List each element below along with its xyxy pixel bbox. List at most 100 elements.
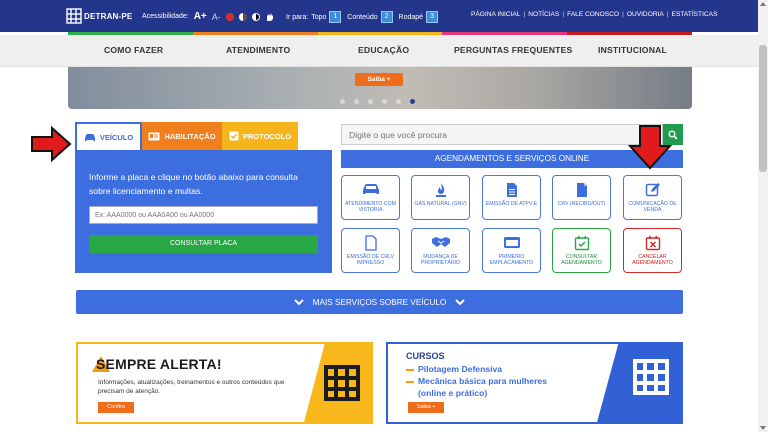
carousel-dot[interactable] <box>382 99 387 104</box>
banner-saiba-button[interactable]: Saiba + <box>355 73 403 86</box>
cursos-card[interactable]: CURSOS Pilotagem Defensiva Mecânica bási… <box>386 342 683 424</box>
course-label: (online e prático) <box>418 388 488 398</box>
license-plate-icon <box>503 237 520 248</box>
service-mudanca-proprietario[interactable]: MUDANÇA DE PROPRIETÁRIO <box>411 228 470 273</box>
service-atpv-e[interactable]: EMISSÃO DE ATPV-E <box>482 175 541 220</box>
service-primeiro-emplacamento[interactable]: PRIMEIRO EMPLACAMENTO <box>482 228 541 273</box>
accessibility-label: Acessibilidade: <box>142 13 189 20</box>
detran-logo[interactable]: DETRAN-PE <box>66 8 132 24</box>
vehicle-panel: Informe a placa e clique no botão abaixo… <box>75 150 332 273</box>
goto-label: Ir para: <box>286 13 309 21</box>
contrast-red-icon[interactable] <box>225 12 234 21</box>
logo-text: DETRAN-PE <box>84 11 133 21</box>
calendar-cancel-icon <box>645 236 660 251</box>
goto-top-key[interactable]: 1 <box>329 11 342 23</box>
scrollbar[interactable] <box>758 0 768 432</box>
nav-educacao[interactable]: EDUCAÇÃO <box>358 45 409 55</box>
service-cancelar-agendamento[interactable]: CANCELAR AGENDAMENTO <box>623 228 682 273</box>
service-crv[interactable]: CRV (RECIBO/DUT) <box>552 175 611 220</box>
goto-content-link[interactable]: Conteúdo <box>347 14 377 21</box>
nav-como-fazer[interactable]: COMO FAZER <box>104 45 163 55</box>
tab-veiculo[interactable]: VEÍCULO <box>75 122 142 150</box>
hero-banner[interactable]: Saiba + <box>68 67 692 109</box>
tab-protocolo-label: PROTOCOLO <box>242 131 292 141</box>
service-crlv-impresso[interactable]: EMISSÃO DE CRLV IMPRESSO <box>341 228 400 273</box>
service-label: CANCELAR AGENDAMENTO <box>632 254 673 266</box>
document-outline-icon <box>364 235 377 251</box>
more-services-button[interactable]: MAIS SERVIÇOS SOBRE VEÍCULO <box>76 290 683 314</box>
service-label: CONSULTAR AGENDAMENTO <box>561 254 602 266</box>
link-ombudsman[interactable]: OUVIDORIA <box>624 11 667 18</box>
accessibility-bar: Acessibilidade: A+ A- <box>142 11 275 22</box>
bullet-bar <box>406 381 414 383</box>
service-gnv[interactable]: GÁS NATURAL (GNV) <box>411 175 470 220</box>
detran-logo-icon <box>66 8 82 24</box>
calendar-check-icon <box>574 236 589 251</box>
goto-content-key[interactable]: 2 <box>380 11 393 23</box>
sign-language-icon[interactable] <box>265 12 275 22</box>
nav-institucional[interactable]: INSTITUCIONAL <box>598 45 667 55</box>
link-statistics[interactable]: ESTATÍSTICAS <box>669 11 721 18</box>
more-services-label: MAIS SERVIÇOS SOBRE VEÍCULO <box>312 297 447 307</box>
service-label: CRV (RECIBO/DUT) <box>557 201 606 207</box>
alert-text: Informações, atualizações, treinamentos … <box>98 379 285 395</box>
service-label: PRIMEIRO EMPLACAMENTO <box>489 254 534 266</box>
goto-top-link[interactable]: Topo <box>311 14 326 21</box>
scroll-up-arrow[interactable] <box>760 2 766 6</box>
font-decrease-button[interactable]: A- <box>212 12 221 22</box>
scroll-down-arrow[interactable] <box>760 426 766 430</box>
handshake-icon <box>431 237 450 247</box>
nav-atendimento[interactable]: ATENDIMENTO <box>226 45 290 55</box>
link-home[interactable]: PÁGINA INICIAL <box>468 11 523 18</box>
font-increase-button[interactable]: A+ <box>194 11 207 22</box>
vehicle-instruction: Informe a placa e clique no botão abaixo… <box>89 172 298 196</box>
course-item[interactable]: Mecânica básica para mulheres <box>406 376 547 386</box>
carousel-dots <box>340 99 415 104</box>
confira-button[interactable]: Confira <box>98 402 134 413</box>
service-consultar-agendamento[interactable]: CONSULTAR AGENDAMENTO <box>552 228 611 273</box>
file-icon <box>576 183 587 197</box>
tab-habilitacao-label: HABILITAÇÃO <box>164 131 216 141</box>
sempre-alerta-card[interactable]: SEMPRE ALERTA! Informações, atualizações… <box>76 342 373 424</box>
search-input[interactable] <box>341 124 663 145</box>
car-icon <box>362 184 379 194</box>
chevron-down-icon <box>293 298 304 305</box>
edit-icon <box>645 183 660 197</box>
tab-protocolo[interactable]: PROTOCOLO <box>222 122 298 150</box>
nav-perguntas-frequentes[interactable]: PERGUNTAS FREQUENTES <box>454 45 572 55</box>
chevron-down-icon <box>455 298 466 305</box>
service-atendimento-vistoria[interactable]: ATENDIMENTO COM VISTORIA <box>341 175 400 220</box>
carousel-dot[interactable] <box>340 99 345 104</box>
carousel-dot-active[interactable] <box>410 99 415 104</box>
check-square-icon <box>229 131 239 141</box>
flame-icon <box>435 183 446 197</box>
link-news[interactable]: NOTÍCIAS <box>525 11 562 18</box>
alert-title: SEMPRE ALERTA! <box>96 356 222 372</box>
carousel-dot[interactable] <box>368 99 373 104</box>
service-label: GÁS NATURAL (GNV) <box>414 201 467 207</box>
plate-input[interactable] <box>89 206 318 224</box>
detran-logo-icon <box>633 359 669 395</box>
goto-footer-link[interactable]: Rodapé <box>399 14 424 21</box>
top-links: PÁGINA INICIAL | NOTÍCIAS | FALE CONOSCO | … <box>468 11 720 18</box>
contrast-gray-icon[interactable] <box>238 12 247 21</box>
course-label: Mecânica básica para mulheres <box>418 376 547 386</box>
consult-plate-button[interactable]: CONSULTAR PLACA <box>89 235 318 253</box>
course-item[interactable]: Pilotagem Defensiva <box>406 364 502 374</box>
goto-footer-key[interactable]: 3 <box>426 11 438 23</box>
service-label: COMUNICAÇÃO DE VENDA <box>628 201 677 213</box>
high-contrast-icon[interactable] <box>251 12 260 21</box>
courses-saiba-button[interactable]: Saiba + <box>408 402 444 413</box>
carousel-dot[interactable] <box>354 99 359 104</box>
tab-habilitacao[interactable]: HABILITAÇÃO <box>142 122 222 150</box>
scroll-thumb[interactable] <box>759 45 767 172</box>
detran-logo-icon <box>324 365 360 401</box>
main-nav: COMO FAZER ATENDIMENTO EDUCAÇÃO PERGUNTA… <box>0 35 768 67</box>
top-bar: DETRAN-PE Acessibilidade: A+ A- Ir para:… <box>0 0 768 32</box>
service-comunicacao-venda[interactable]: COMUNICAÇÃO DE VENDA <box>623 175 682 220</box>
carousel-dot[interactable] <box>396 99 401 104</box>
bullet-bar <box>406 369 414 371</box>
link-contact[interactable]: FALE CONOSCO <box>564 11 622 18</box>
red-arrow-down-icon <box>628 125 672 170</box>
service-label: MUDANÇA DE PROPRIETÁRIO <box>420 254 461 266</box>
